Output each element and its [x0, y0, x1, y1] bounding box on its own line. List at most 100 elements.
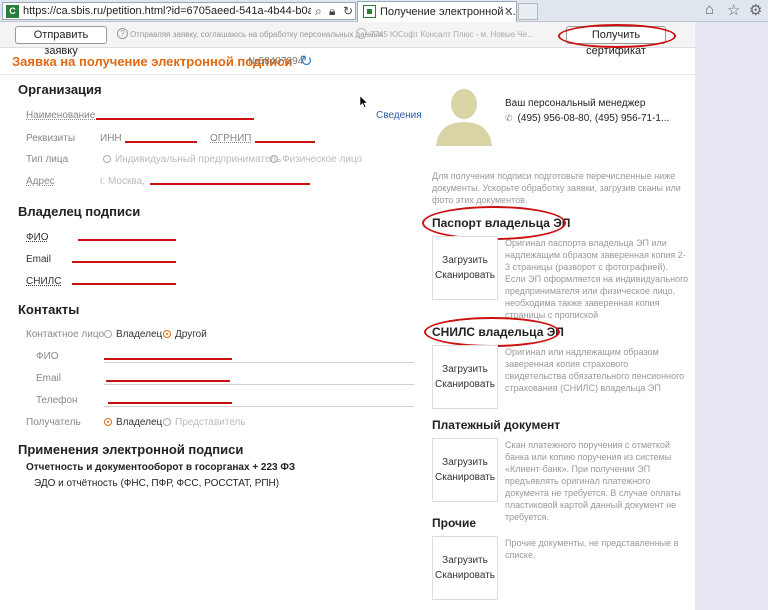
- site-favicon-icon: С: [6, 5, 19, 18]
- radio-selected-icon: [163, 330, 171, 338]
- page-gutter: [695, 22, 768, 610]
- radio-selected-icon: [104, 418, 112, 426]
- usage-heading: Применения электронной подписи: [18, 442, 244, 457]
- type-option-person-label: Физическое лицо: [282, 154, 363, 165]
- other-scan-button[interactable]: Сканировать: [433, 568, 497, 583]
- action-bar: Отправить заявку ? Отправляя заявку, сог…: [0, 22, 695, 57]
- requisites-label: Реквизиты: [26, 133, 76, 144]
- snils-upload-box[interactable]: Загрузить Сканировать: [432, 345, 498, 409]
- passport-description: Оригинал паспорта владельца ЭП или надле…: [505, 238, 689, 320]
- contact-fio-label: ФИО: [36, 351, 59, 362]
- contact-owner-label: Владелец: [116, 329, 163, 340]
- manager-phone: ✆ (495) 956-08-80, (495) 956-71-1...: [505, 113, 669, 124]
- home-icon[interactable]: ⌂: [705, 1, 714, 18]
- ogrnip-label[interactable]: ОГРНИП: [210, 133, 251, 144]
- refresh-icon[interactable]: ↻: [343, 4, 353, 18]
- org-name-label[interactable]: Наименование: [26, 110, 95, 121]
- contact-phone-field[interactable]: [104, 406, 414, 407]
- inn-label: ИНН: [100, 133, 122, 144]
- radio-icon: [163, 418, 171, 426]
- usage-item-govt[interactable]: Отчетность и документооборот в госоргана…: [26, 462, 295, 473]
- contact-fio-field[interactable]: [104, 362, 414, 363]
- redaction-line: [72, 283, 176, 285]
- snils-description: Оригинал или надлежащим образом заверенн…: [505, 347, 685, 393]
- payment-heading: Платежный документ: [432, 418, 561, 432]
- radio-icon: [103, 155, 111, 163]
- redaction-line: [72, 261, 176, 263]
- passport-upload-box[interactable]: Загрузить Сканировать: [432, 236, 498, 300]
- browser-tab[interactable]: Получение электронной ... ✕: [357, 1, 517, 22]
- refresh-request-icon[interactable]: ↻: [300, 52, 313, 70]
- new-tab-button[interactable]: [518, 3, 538, 20]
- redaction-line: [125, 141, 197, 143]
- send-request-button[interactable]: Отправить заявку: [15, 26, 107, 57]
- type-option-person[interactable]: Физическое лицо: [270, 154, 362, 165]
- snils-scan-button[interactable]: Сканировать: [433, 377, 497, 392]
- redaction-line: [106, 380, 230, 382]
- passport-upload-button[interactable]: Загрузить: [433, 253, 497, 268]
- other-description: Прочие документы, не представленные в сп…: [505, 538, 679, 560]
- search-icon[interactable]: ⌕: [315, 4, 322, 19]
- recipient-owner-label: Владелец: [116, 417, 163, 428]
- tab-close-icon[interactable]: ✕: [504, 5, 513, 18]
- address-value: г. Москва,: [100, 176, 145, 187]
- redaction-line: [108, 402, 232, 404]
- redaction-line: [104, 358, 232, 360]
- type-option-ip[interactable]: Индивидуальный предприниматель: [103, 154, 281, 165]
- contact-person-label: Контактное лицо: [26, 329, 105, 340]
- contact-email-label: Email: [36, 373, 62, 384]
- contact-email-field[interactable]: [104, 384, 414, 385]
- recipient-label: Получатель: [26, 417, 81, 428]
- address-bar[interactable]: С https://ca.sbis.ru/petition.html?id=67…: [2, 2, 356, 20]
- annotation-oval: [424, 317, 560, 347]
- owner-fio-label[interactable]: ФИО: [26, 232, 49, 243]
- contact-other-radio[interactable]: Другой: [163, 329, 207, 340]
- contact-phone-label: Телефон: [36, 395, 78, 406]
- manager-phone-text: (495) 956-08-80, (495) 956-71-1...: [517, 113, 670, 124]
- lock-icon[interactable]: 🔒︎: [329, 4, 335, 19]
- passport-scan-button[interactable]: Сканировать: [433, 268, 497, 283]
- help-icon[interactable]: ?: [117, 28, 128, 39]
- owner-email-label: Email: [26, 254, 52, 265]
- divider: [0, 74, 695, 75]
- tab-favicon-icon: [363, 5, 376, 18]
- snils-upload-button[interactable]: Загрузить: [433, 362, 497, 377]
- other-upload-button[interactable]: Загрузить: [433, 553, 497, 568]
- owner-heading: Владелец подписи: [18, 204, 141, 219]
- redaction-line: [96, 118, 254, 120]
- entity-type-label: Тип лица: [26, 154, 69, 165]
- agreement-text: Отправляя заявку, соглашаюсь на обработк…: [130, 30, 384, 39]
- recipient-owner-radio[interactable]: Владелец: [104, 417, 162, 428]
- browser-chrome: С https://ca.sbis.ru/petition.html?id=67…: [0, 0, 768, 22]
- contacts-heading: Контакты: [18, 302, 80, 317]
- documents-intro: Для получения подписи подготовьте перечи…: [432, 171, 681, 205]
- mouse-pointer-icon: [360, 96, 368, 108]
- address-label[interactable]: Адрес: [26, 176, 55, 187]
- redaction-line: [255, 141, 315, 143]
- details-link[interactable]: Сведения: [376, 110, 422, 121]
- payment-upload-box[interactable]: Загрузить Сканировать: [432, 438, 498, 502]
- star-icon[interactable]: ☆: [727, 1, 740, 19]
- redaction-line: [150, 183, 310, 185]
- owner-snils-label[interactable]: СНИЛС: [26, 276, 61, 287]
- payment-upload-button[interactable]: Загрузить: [433, 455, 497, 470]
- organization-selector[interactable]: 7745 ЮСофт Консалт Плюс - м. Новые Че...: [370, 30, 556, 39]
- gear-icon[interactable]: ⚙: [749, 1, 762, 19]
- annotation-oval: [558, 24, 676, 48]
- recipient-rep-radio[interactable]: Представитель: [163, 417, 246, 428]
- request-number: №58407894: [248, 56, 304, 67]
- redaction-line: [78, 239, 176, 241]
- manager-title: Ваш персональный менеджер: [505, 98, 646, 109]
- annotation-oval: [422, 206, 566, 240]
- other-heading: Прочие: [432, 516, 477, 530]
- phone-icon: ✆: [505, 113, 513, 123]
- usage-item-edo[interactable]: ЭДО и отчётность (ФНС, ПФР, ФСС, РОССТАТ…: [34, 478, 279, 489]
- contact-other-label: Другой: [175, 329, 207, 340]
- contact-owner-radio[interactable]: Владелец: [104, 329, 162, 340]
- payment-scan-button[interactable]: Сканировать: [433, 470, 497, 485]
- recipient-rep-label: Представитель: [175, 417, 246, 428]
- organization-icon: [356, 28, 367, 39]
- tab-title: Получение электронной ...: [380, 6, 516, 18]
- other-upload-box[interactable]: Загрузить Сканировать: [432, 536, 498, 600]
- url-text[interactable]: https://ca.sbis.ru/petition.html?id=6705…: [23, 5, 311, 17]
